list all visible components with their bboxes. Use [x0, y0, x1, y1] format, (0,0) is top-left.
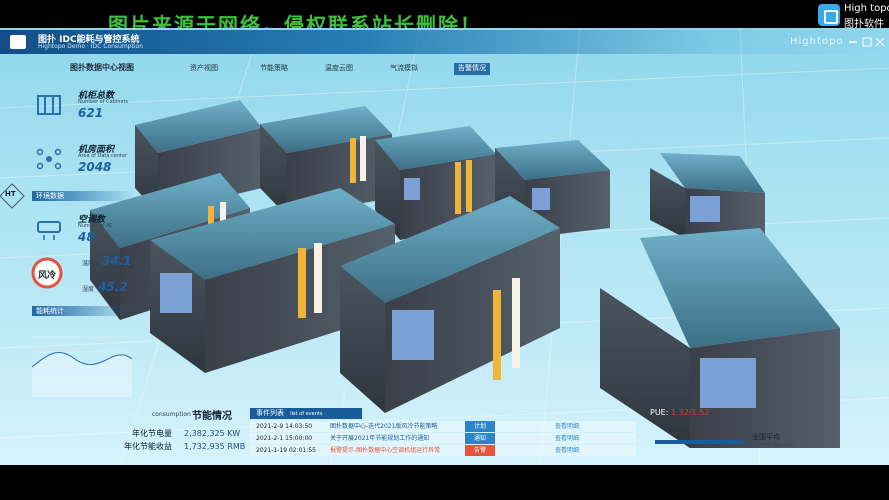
app-subtitle: Hightopo Demo · IDC Consumption — [38, 43, 143, 50]
minimize-icon[interactable] — [848, 37, 858, 47]
table-row[interactable]: 2021-1-19 02:01:55 报警提示-图扑数据中心空调机组运行异常 告… — [250, 445, 636, 456]
tab-asset-view[interactable]: 资产视图 — [190, 63, 218, 75]
cabinets-value: 621 — [78, 106, 104, 120]
area-label-en: Area of Data center — [78, 153, 128, 159]
event-detail-link[interactable]: 查看明细 — [555, 433, 579, 444]
pue-progress-bar — [655, 440, 743, 444]
energy-line-chart — [32, 336, 132, 397]
event-date: 2021-2-1 15:00:00 — [256, 435, 313, 442]
brand-logo: High topo 图扑软件 — [818, 2, 889, 30]
event-detail-link[interactable]: 查看明细 — [555, 421, 579, 432]
event-text: 图扑数据中心-迭代2021版风冷节能策略 — [330, 423, 438, 430]
close-icon[interactable] — [875, 37, 885, 47]
network-icon — [36, 148, 62, 170]
brand-name-en: High topo — [844, 3, 889, 14]
top-bar: 图片来源于网络，侵权联系站长删除！ High topo 图扑软件 — [0, 0, 889, 37]
area-value: 2048 — [78, 160, 112, 174]
env-section-title: 环境数据 — [32, 191, 136, 201]
app-header: 图扑 IDC能耗与管控系统 Hightopo Demo · IDC Consum… — [0, 30, 889, 54]
event-detail-link[interactable]: 查看明细 — [555, 445, 579, 456]
stat-cabinets: 机柜总数 Number of Cabinets 621 — [0, 86, 135, 126]
table-row[interactable]: 2021-2-9 14:03:50 图扑数据中心-迭代2021版风冷节能策略 计… — [250, 421, 636, 432]
event-date: 2021-1-19 02:01:55 — [256, 447, 316, 454]
global-average-label: 全国平均 — [752, 433, 780, 441]
global-average: 全国平均 Current average — [752, 432, 793, 448]
ac-label-en: Number of AC — [78, 223, 113, 229]
header-brand-text: Hightopo — [790, 36, 844, 47]
maximize-icon[interactable] — [862, 37, 872, 47]
humid-label: 湿度 — [82, 286, 95, 293]
ht-logo-text: HT — [5, 190, 16, 198]
wind-label: 风冷 — [38, 271, 57, 281]
energy-row: 年化节能收益 1,732,935 RMB — [100, 441, 264, 452]
pue-average: 1.52 — [691, 408, 710, 417]
event-date: 2021-2-9 14:03:50 — [256, 423, 313, 430]
energy-row-key: 年化节能收益 — [124, 442, 172, 451]
tab-alarm-status[interactable]: 告警情况 — [454, 63, 490, 75]
global-average-label-en: Current average — [752, 442, 793, 448]
event-tag: 计划 — [465, 421, 495, 432]
view-nav: 图扑数据中心视图 资产视图 节能策略 温度云图 气流模拟 告警情况 — [60, 60, 490, 76]
nav-title: 图扑数据中心视图 — [70, 63, 134, 72]
cabinet-row[interactable] — [600, 228, 840, 448]
event-text: 关于开展2021年节能规划工作的通知 — [330, 435, 430, 442]
event-tag: 告警 — [465, 445, 495, 456]
energy-title-en: consumption — [152, 411, 191, 418]
tab-temperature-cloud[interactable]: 温度云图 — [325, 63, 353, 75]
event-tag: 通知 — [465, 433, 495, 444]
energy-row: 年化节电量 2,382,325 KW — [100, 428, 264, 439]
event-list-title: 事件列表 — [256, 409, 284, 417]
event-list-title-en: list of events — [290, 411, 323, 417]
app-screen: 图片来源于网络，侵权联系站长删除！ High topo 图扑软件 图扑 IDC能… — [0, 0, 889, 500]
pue-label: PUE: — [650, 408, 669, 417]
cabinet-row[interactable] — [650, 153, 765, 238]
ac-value: 48 — [78, 230, 95, 244]
cabinet-icon — [37, 95, 61, 115]
brand-logo-icon — [818, 4, 840, 26]
table-row[interactable]: 2021-2-1 15:00:00 关于开展2021年节能规划工作的通知 通知 … — [250, 433, 636, 444]
stat-area: 机房面积 Area of Data center 2048 — [0, 140, 135, 180]
event-text: 报警提示-图扑数据中心空调机组运行异常 — [330, 447, 441, 454]
tab-airflow-sim[interactable]: 气流模拟 — [390, 63, 418, 75]
event-list-header: 事件列表 list of events — [250, 408, 362, 419]
pue-readout: PUE: 1.32/1.52 — [650, 408, 709, 417]
cabinets-label-en: Number of Cabinets — [78, 99, 129, 105]
stat-ac: 空调数 Number of AC 48 — [0, 210, 135, 250]
tab-energy-strategy[interactable]: 节能策略 — [260, 63, 288, 75]
temp-value: 34.1 — [102, 254, 132, 268]
energy-row-key: 年化节电量 — [132, 429, 172, 438]
event-list: 事件列表 list of events 2021-2-9 14:03:50 图扑… — [250, 408, 636, 458]
temp-label: 温度 — [82, 260, 95, 267]
ac-icon — [37, 221, 61, 240]
pue-current: 1.32 — [670, 408, 689, 417]
humid-value: 45.2 — [98, 280, 128, 294]
app-logo-icon — [10, 35, 26, 49]
energy-title: 节能情况 — [192, 411, 232, 422]
energy-section-title: 能耗统计 — [32, 306, 136, 316]
